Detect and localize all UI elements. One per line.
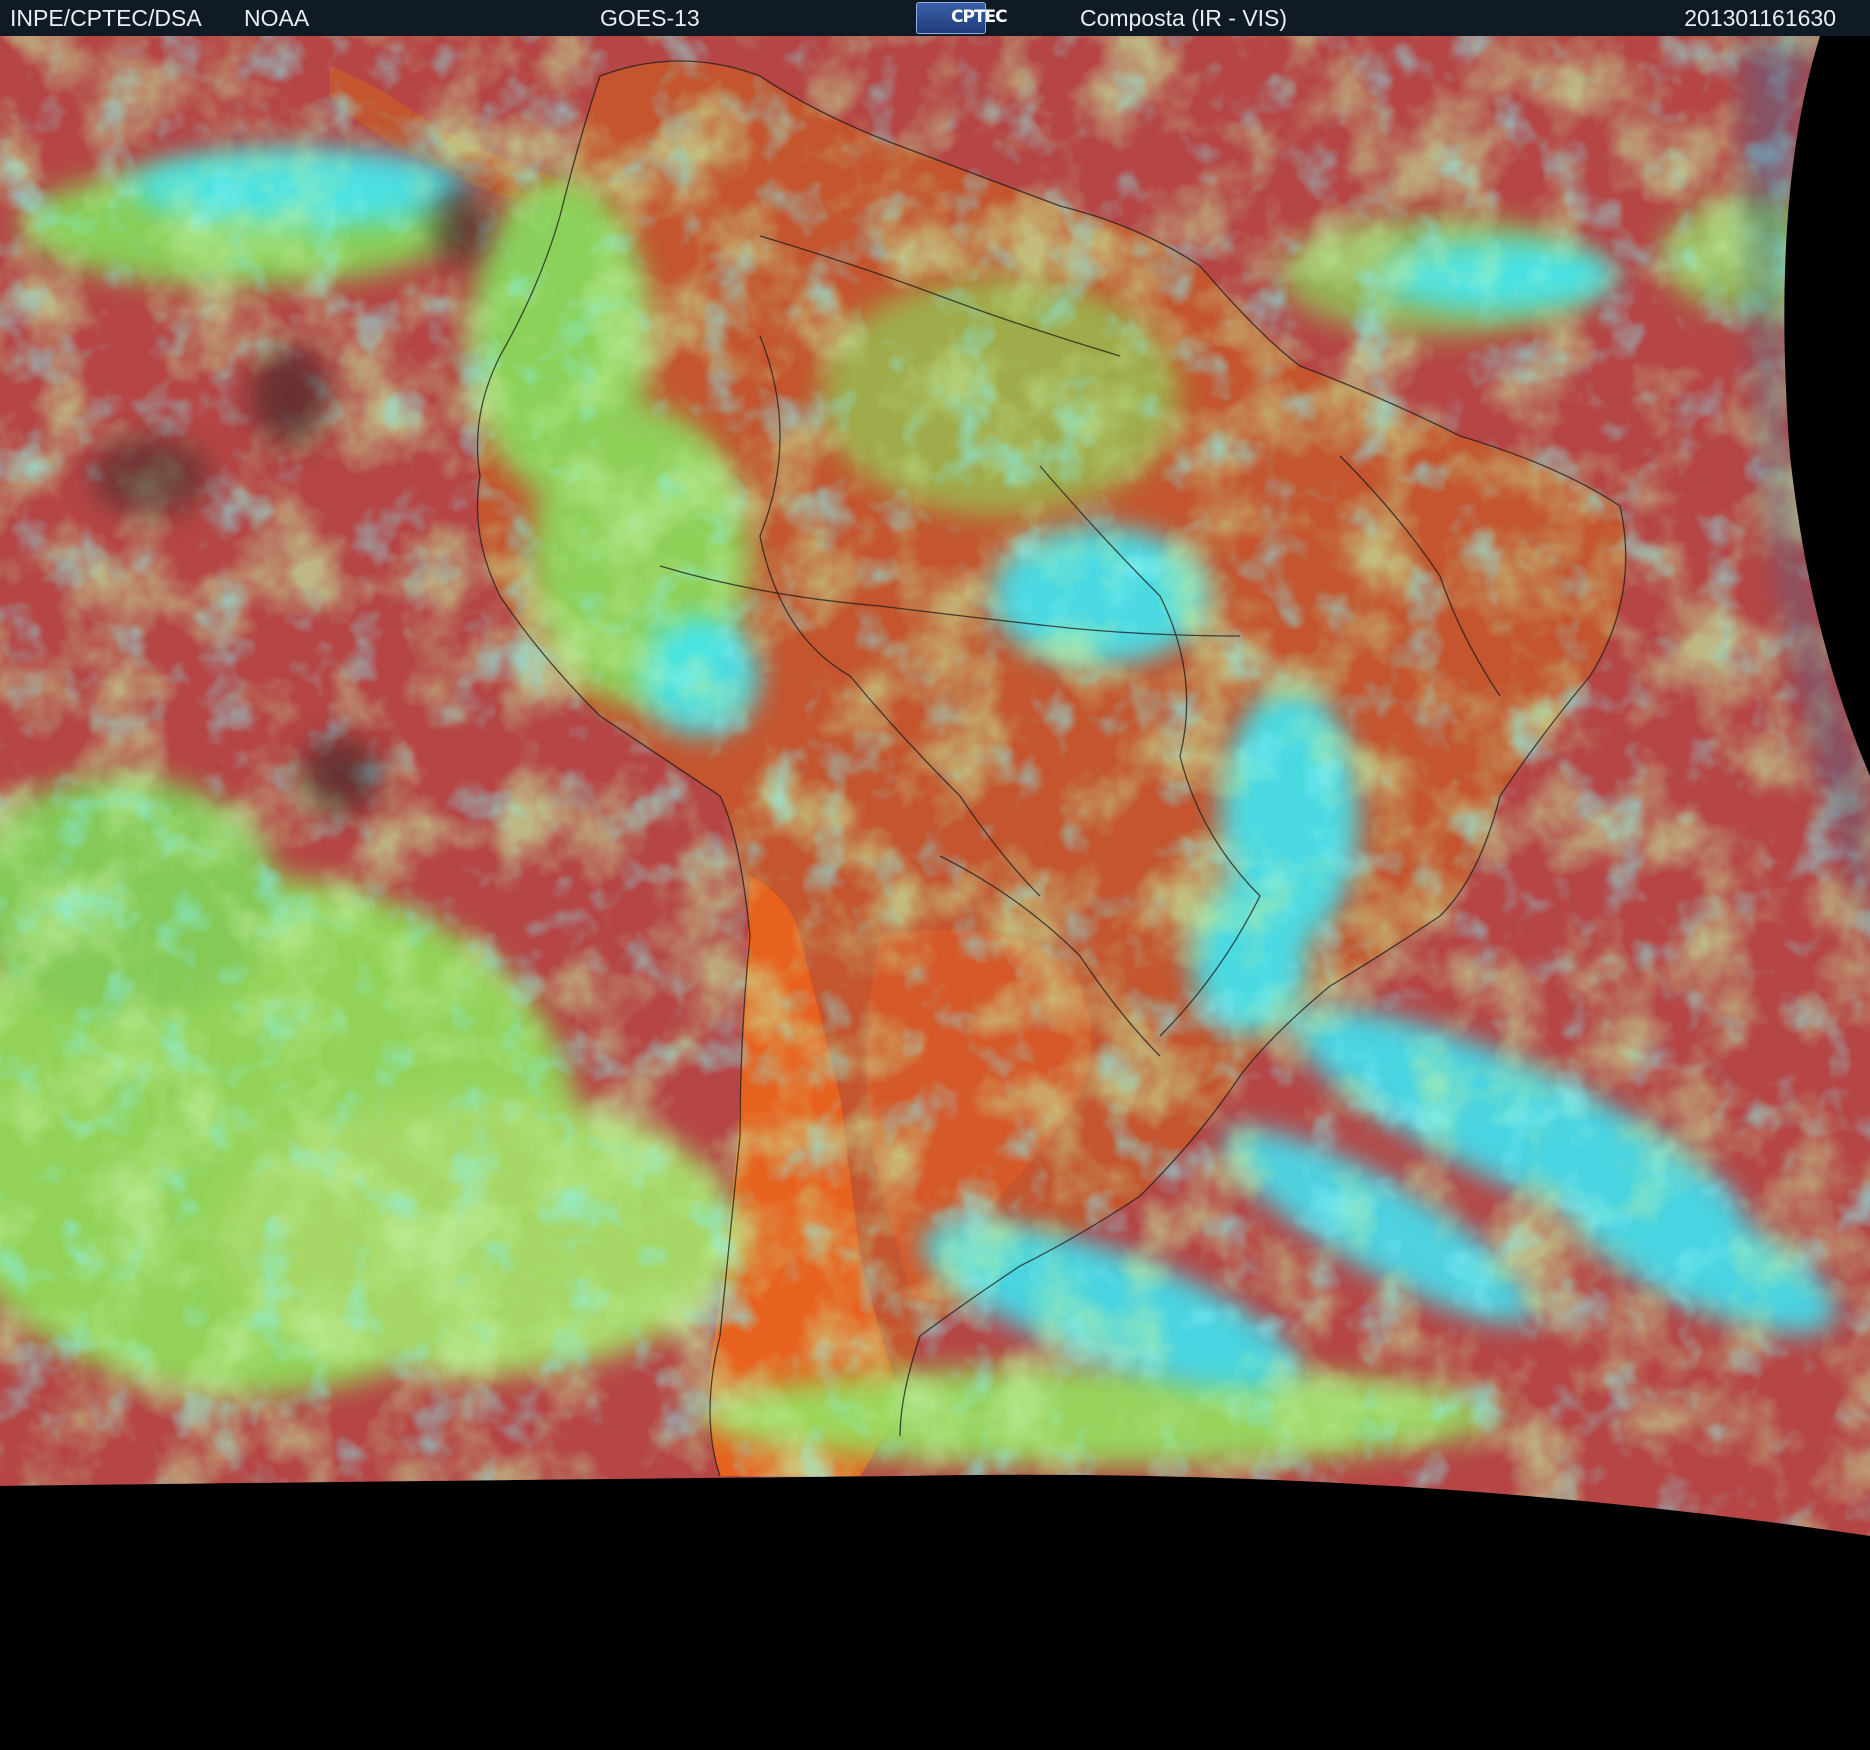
satellite-label: GOES-13 [600, 5, 700, 31]
logo-text: CPTEC [951, 7, 1008, 27]
cptec-logo: CPTEC [916, 2, 1008, 34]
organization-label: INPE/CPTEC/DSA [10, 5, 202, 31]
agency-label: NOAA [244, 5, 310, 31]
product-label: Composta (IR - VIS) [1080, 5, 1288, 31]
high-cloud-texture [0, 36, 1870, 1536]
satellite-composite-image [0, 36, 1870, 1750]
earth-disk [0, 36, 1870, 1536]
timestamp-label: 201301161630 [1684, 5, 1836, 31]
image-header: INPE/CPTEC/DSA NOAA GOES-13 CPTEC Compos… [0, 0, 1870, 36]
